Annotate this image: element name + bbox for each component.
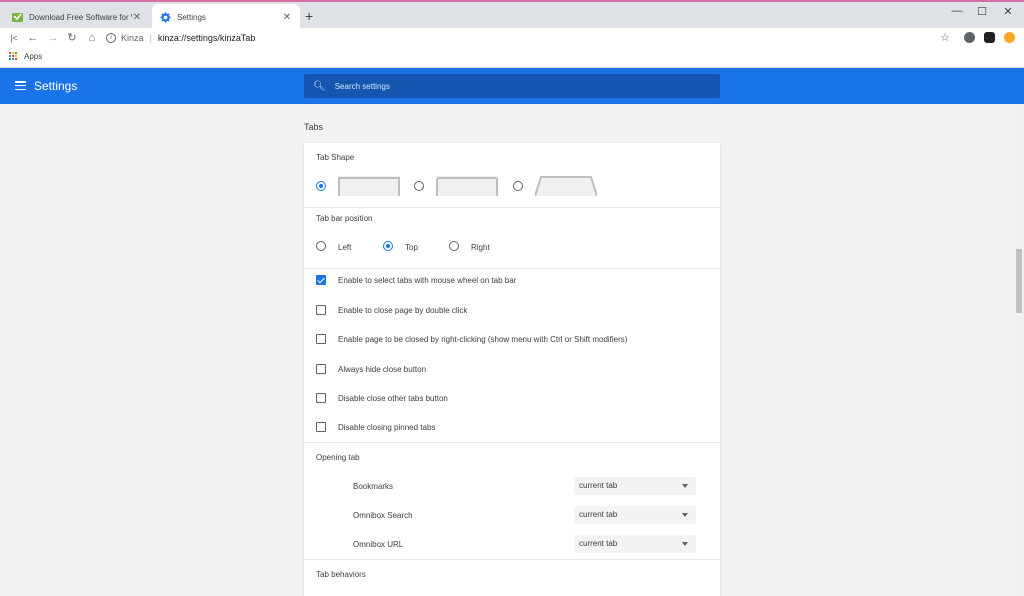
tab-shape-radio-1[interactable] bbox=[316, 181, 326, 191]
mouse-wheel-tab-select-checkbox[interactable] bbox=[316, 275, 326, 285]
tab-shape-radio-3[interactable] bbox=[513, 181, 523, 191]
tab-bar-left-label: Left bbox=[338, 243, 352, 252]
tab-title: Download Free Software for Win bbox=[29, 12, 132, 22]
divider bbox=[304, 268, 720, 269]
tab-shape-radio-2[interactable] bbox=[414, 181, 424, 191]
search-input[interactable] bbox=[334, 81, 695, 91]
omnibox-url-open-label: Omnibox URL bbox=[353, 540, 404, 549]
site-info-icon[interactable]: i bbox=[106, 33, 116, 43]
search-icon: 🔍︎ bbox=[313, 80, 326, 92]
select-value: current tab bbox=[579, 539, 618, 548]
reload-icon[interactable]: ↻ bbox=[64, 30, 80, 46]
disable-close-pinned-label: Disable closing pinned tabs bbox=[338, 423, 436, 432]
tab-shape-trapezoid-icon[interactable] bbox=[535, 176, 597, 196]
tab-shape-rectangle-icon[interactable] bbox=[338, 176, 400, 196]
bookmarks-open-select[interactable]: current tab bbox=[574, 477, 696, 495]
tabs-settings-card: Tab Shape Tab bar position Left Top Righ… bbox=[304, 143, 720, 596]
apps-label: Apps bbox=[24, 52, 43, 61]
browser-tab-settings[interactable]: Settings ✕ bbox=[152, 4, 300, 30]
omnibox[interactable]: i Kinza | kinza://settings/kinzaTab bbox=[106, 29, 956, 47]
double-click-close-label: Enable to close page by double click bbox=[338, 306, 468, 315]
tab-title: Settings bbox=[177, 12, 206, 22]
section-title: Tabs bbox=[304, 122, 324, 132]
dropdown-arrow-icon bbox=[682, 484, 688, 488]
omnibox-url[interactable]: kinza://settings/kinzaTab bbox=[158, 33, 256, 43]
tab-strip: Download Free Software for Win ✕ Setting… bbox=[0, 0, 1024, 30]
omnibox-site-name: Kinza bbox=[121, 33, 144, 43]
settings-content: Tabs Tab Shape Tab bar position Left Top… bbox=[0, 104, 1014, 596]
close-tab-icon[interactable]: ✕ bbox=[132, 12, 142, 23]
tab-bar-right-label: Right bbox=[471, 243, 490, 252]
page-title: Settings bbox=[34, 79, 78, 93]
first-page-icon[interactable]: |< bbox=[6, 30, 22, 46]
tab-bar-left-radio[interactable] bbox=[316, 241, 326, 251]
right-click-close-label: Enable page to be closed by right-clicki… bbox=[338, 335, 628, 344]
tab-bar-right-radio[interactable] bbox=[449, 241, 459, 251]
divider bbox=[304, 559, 720, 560]
divider bbox=[304, 442, 720, 443]
browser-tab-download[interactable]: Download Free Software for Win ✕ bbox=[4, 4, 150, 30]
menu-icon[interactable] bbox=[15, 81, 26, 91]
forward-icon[interactable]: → bbox=[45, 30, 61, 46]
omnibox-url-open-select[interactable]: current tab bbox=[574, 535, 696, 553]
bookmark-star-icon[interactable]: ☆ bbox=[937, 30, 953, 46]
disable-close-other-tabs-label: Disable close other tabs button bbox=[338, 394, 448, 403]
divider bbox=[304, 207, 720, 208]
double-click-close-checkbox[interactable] bbox=[316, 305, 326, 315]
mouse-wheel-tab-select-label: Enable to select tabs with mouse wheel o… bbox=[338, 276, 517, 285]
apps-grid-icon bbox=[9, 52, 18, 61]
settings-gear-icon bbox=[160, 11, 171, 23]
dropdown-arrow-icon bbox=[682, 542, 688, 546]
site-favicon-icon bbox=[12, 12, 23, 22]
tab-shape-label: Tab Shape bbox=[316, 153, 355, 162]
dropdown-arrow-icon bbox=[682, 513, 688, 517]
minimize-icon[interactable]: — bbox=[947, 5, 967, 17]
tab-shape-rounded-icon[interactable] bbox=[436, 176, 498, 196]
hide-close-button-label: Always hide close button bbox=[338, 365, 427, 374]
home-icon[interactable]: ⌂ bbox=[84, 30, 100, 46]
select-value: current tab bbox=[579, 510, 618, 519]
maximize-icon[interactable]: ☐ bbox=[972, 5, 992, 18]
bookmarks-bar: Apps bbox=[0, 48, 1024, 68]
scrollbar-thumb[interactable] bbox=[1016, 249, 1022, 313]
right-click-close-checkbox[interactable] bbox=[316, 334, 326, 344]
page-scrollbar[interactable] bbox=[1014, 104, 1024, 596]
bookmarks-open-label: Bookmarks bbox=[353, 482, 394, 491]
browser-toolbar: |< ← → ↻ ⌂ i Kinza | kinza://settings/ki… bbox=[0, 28, 1024, 48]
omnibox-separator: | bbox=[149, 33, 152, 43]
close-tab-icon[interactable]: ✕ bbox=[282, 12, 292, 23]
profile-icon[interactable] bbox=[964, 32, 975, 43]
hide-close-button-checkbox[interactable] bbox=[316, 364, 326, 374]
omnibox-search-open-label: Omnibox Search bbox=[353, 511, 413, 520]
opening-tab-label: Opening tab bbox=[316, 453, 360, 462]
tab-bar-top-label: Top bbox=[405, 243, 418, 252]
select-value: current tab bbox=[579, 481, 618, 490]
window-close-icon[interactable]: ✕ bbox=[998, 5, 1018, 18]
disable-close-other-tabs-checkbox[interactable] bbox=[316, 393, 326, 403]
omnibox-search-open-select[interactable]: current tab bbox=[574, 506, 696, 524]
tab-bar-top-radio[interactable] bbox=[383, 241, 393, 251]
notification-icon[interactable] bbox=[1004, 32, 1015, 43]
settings-header: Settings 🔍︎ bbox=[0, 68, 1024, 104]
tab-behaviors-label: Tab behaviors bbox=[316, 570, 366, 579]
search-box[interactable]: 🔍︎ bbox=[304, 74, 720, 98]
disable-close-pinned-checkbox[interactable] bbox=[316, 422, 326, 432]
new-tab-icon[interactable]: + bbox=[305, 8, 313, 24]
back-icon[interactable]: ← bbox=[25, 30, 41, 46]
extension-cat-icon[interactable] bbox=[984, 32, 995, 43]
apps-shortcut[interactable]: Apps bbox=[9, 52, 42, 61]
tab-bar-position-label: Tab bar position bbox=[316, 214, 373, 223]
